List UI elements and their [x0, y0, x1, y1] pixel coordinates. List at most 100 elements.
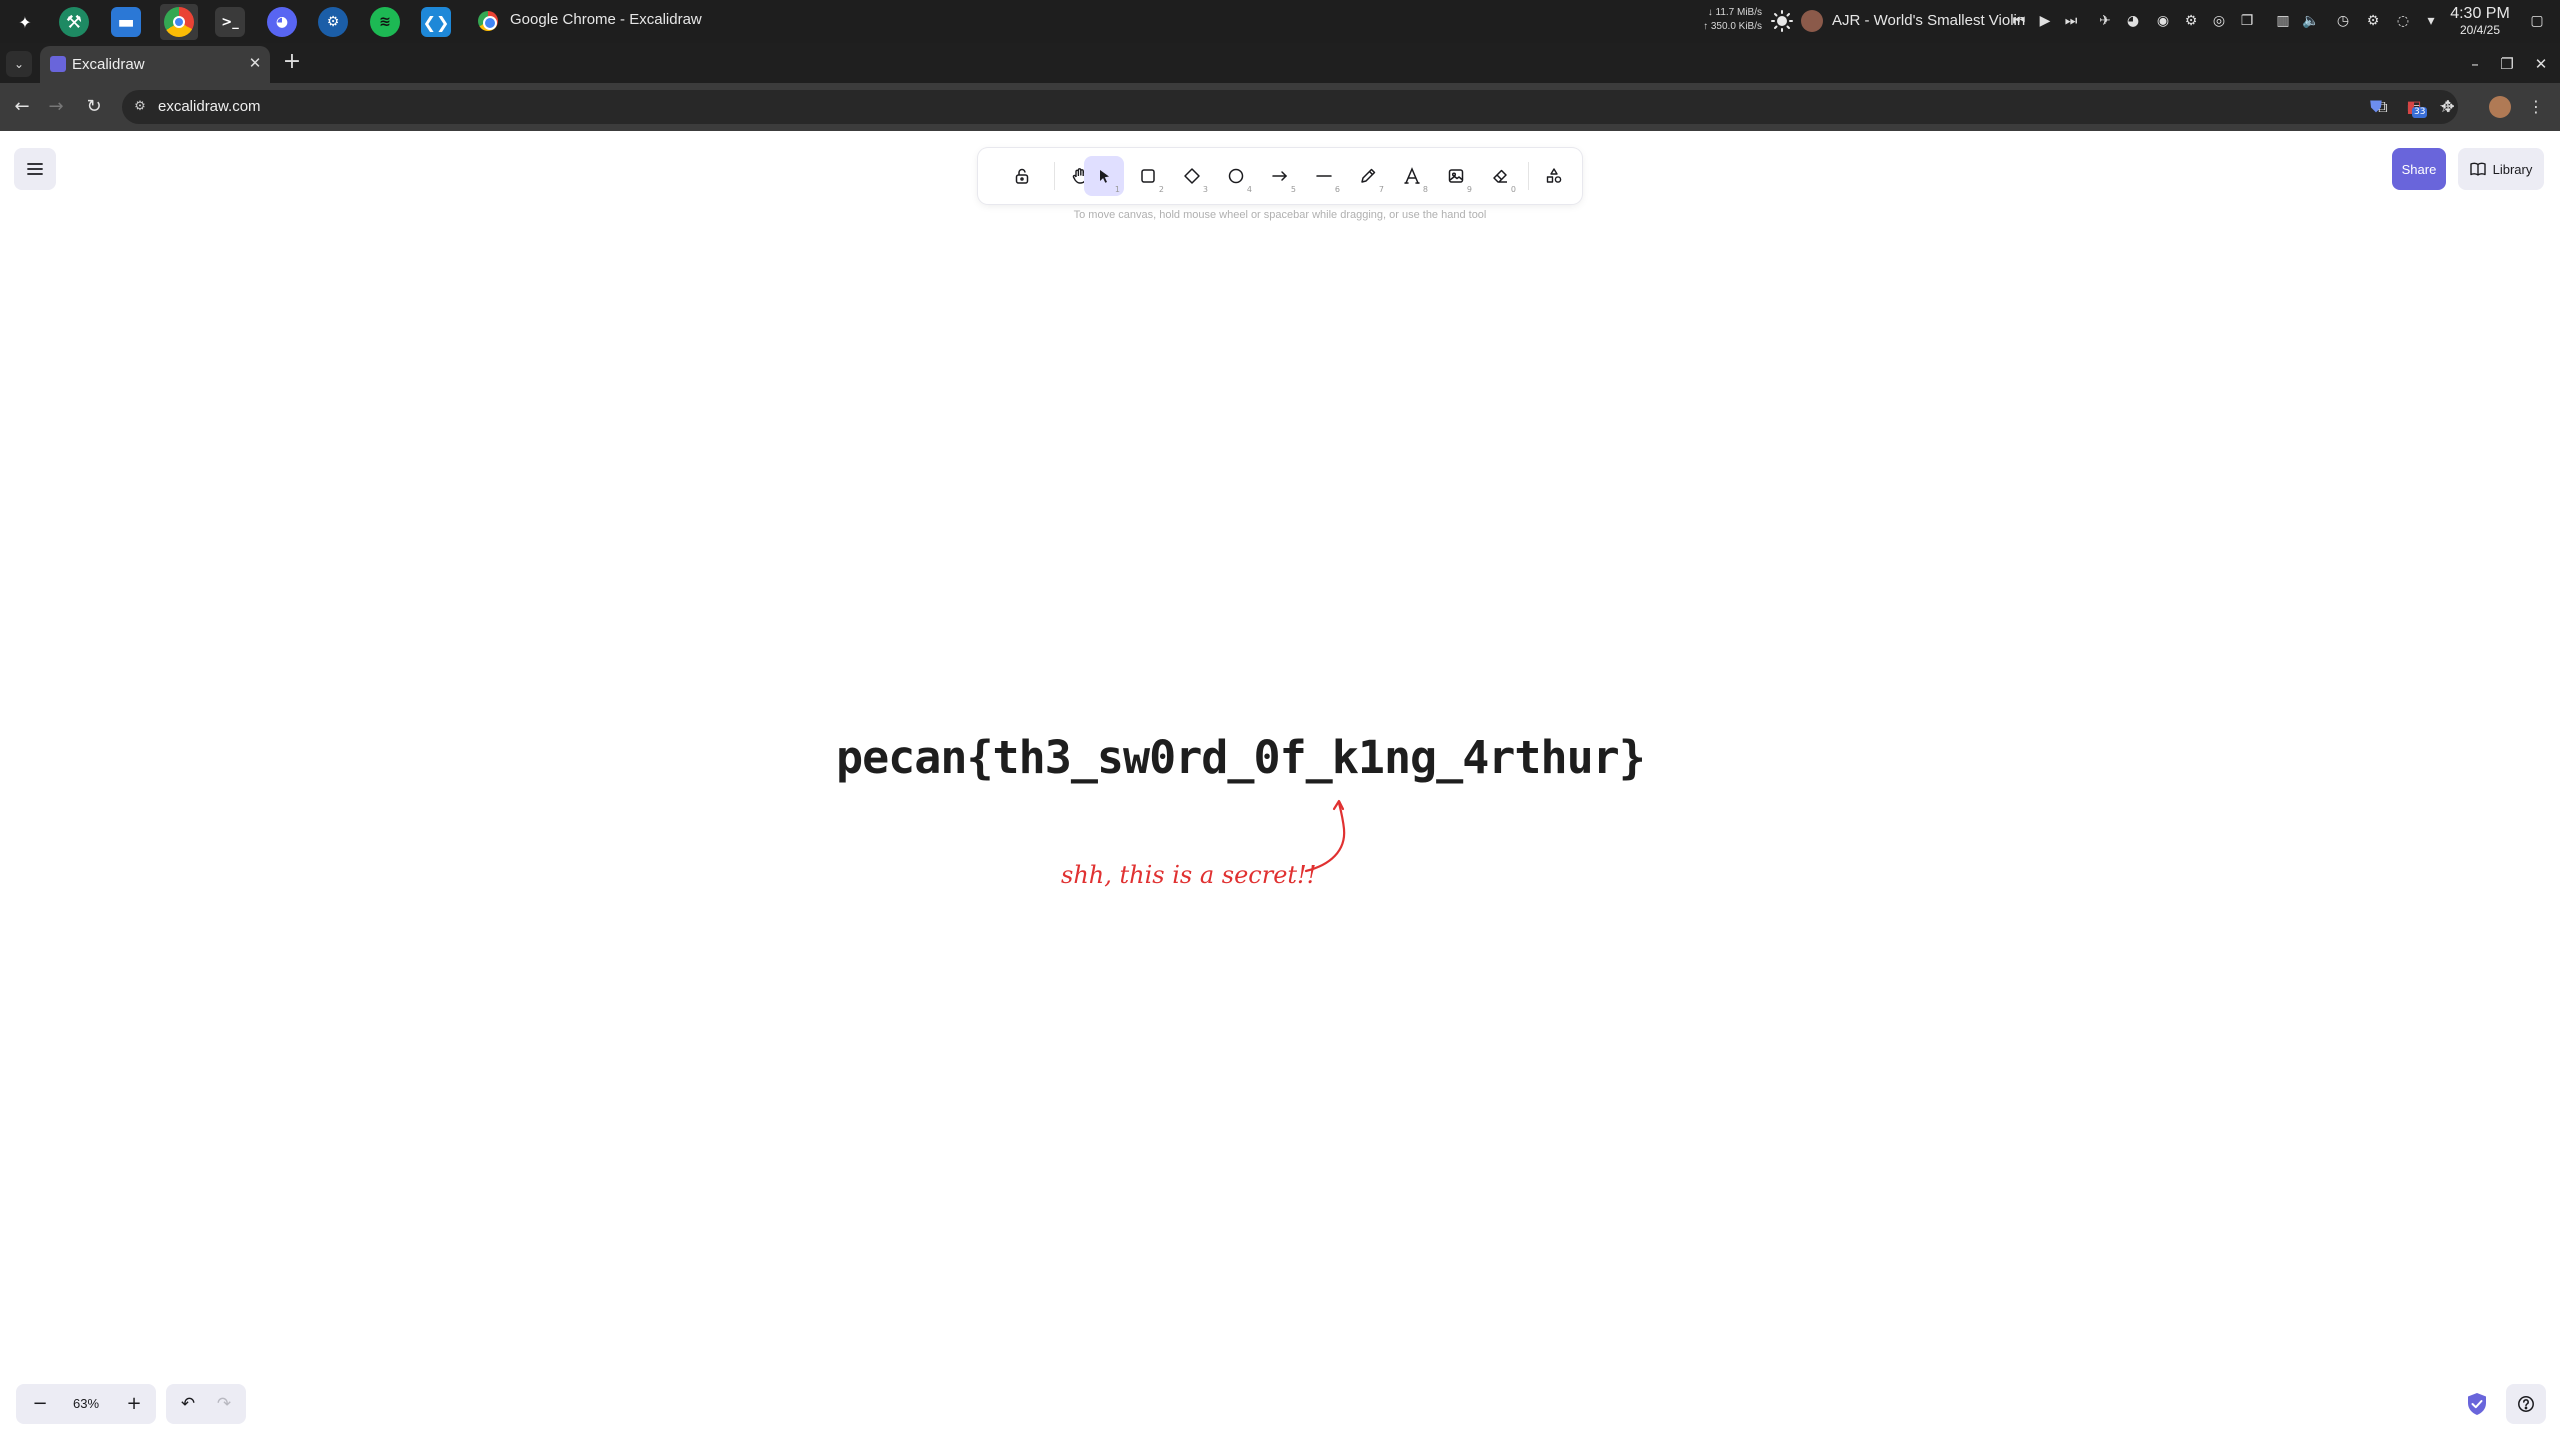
history-controls: ↶ ↷ — [166, 1384, 246, 1424]
tray-obs-icon[interactable]: ◎ — [2208, 10, 2230, 32]
chrome-icon — [164, 7, 194, 37]
canvas-annotation-text[interactable]: shh, this is a secret!! — [1061, 861, 1316, 889]
zoom-out-button[interactable]: − — [22, 1384, 58, 1424]
clock-date: 20/4/25 — [2459, 23, 2501, 37]
address-bar[interactable]: ⚙ excalidraw.com ⧉ ▭ ☆ — [122, 90, 2458, 124]
media-title: AJR - World's Smallest Violin — [1832, 12, 2026, 29]
network-speed: ↓ 11.7 MiB/s ↑ 350.0 KiB/s — [1700, 6, 1762, 34]
tray-app-icon[interactable]: ✈ — [2094, 10, 2116, 32]
browser-toolbar: ← → ↻ ⚙ excalidraw.com ⧉ ▭ ☆ ⛊ ◧33 ✥ ⋮ — [0, 83, 2560, 131]
tray-clipboard-icon[interactable]: ❐ — [2236, 10, 2258, 32]
forward-button[interactable]: → — [44, 95, 68, 119]
eraser-icon — [1493, 169, 1507, 183]
tool-draw[interactable]: 7 — [1348, 156, 1388, 196]
tray-update-icon[interactable]: ◌ — [2392, 10, 2414, 32]
excalidraw-favicon-icon — [50, 56, 66, 72]
tray-discord-icon[interactable]: ◕ — [2122, 10, 2144, 32]
rectangle-icon — [1141, 169, 1155, 183]
taskbar-app-klassy[interactable]: ⚒ — [55, 4, 93, 40]
taskbar-app-chrome[interactable] — [160, 4, 198, 40]
zoom-level[interactable]: 63% — [60, 1384, 112, 1424]
tool-text[interactable]: 8 — [1392, 156, 1432, 196]
encryption-shield-icon[interactable] — [2464, 1391, 2490, 1417]
diamond-icon — [1184, 168, 1200, 184]
new-tab-button[interactable]: + — [280, 51, 304, 75]
taskbar-app-vscode[interactable]: ❮❯ — [417, 4, 455, 40]
tool-more-tools[interactable] — [1534, 156, 1574, 196]
extension-badge-icon[interactable]: ◧33 — [2402, 95, 2428, 119]
tool-arrow[interactable]: 5 — [1260, 156, 1300, 196]
canvas-text-element[interactable]: pecan{th3_sw0rd_0f_k1ng_4rthur} — [836, 731, 1646, 784]
url-text[interactable]: excalidraw.com — [158, 98, 261, 115]
tray-settings-icon[interactable]: ⚙ — [2362, 10, 2384, 32]
sparkle-icon: ✦ — [18, 12, 32, 32]
tool-lock[interactable] — [1002, 156, 1042, 196]
shapes-toolbar: 1 2 3 4 5 6 7 8 9 0 — [978, 148, 1582, 204]
folder-icon: ▬ — [111, 7, 141, 37]
tool-ellipse[interactable]: 4 — [1216, 156, 1256, 196]
clock[interactable]: 4:30 PM 20/4/25 — [2440, 5, 2520, 37]
brightness-icon[interactable] — [1771, 10, 1793, 32]
media-play-icon[interactable]: ▶ — [2034, 10, 2056, 32]
net-up: ↑ 350.0 KiB/s — [1703, 21, 1762, 32]
show-desktop-icon[interactable]: ▢ — [2526, 10, 2548, 32]
excalidraw-canvas[interactable]: 1 2 3 4 5 6 7 8 9 0 To move canvas, hold… — [0, 131, 2560, 1440]
tool-key-hint: 5 — [1290, 185, 1296, 194]
taskbar-app-discord[interactable]: ◕ — [263, 4, 301, 40]
hamburger-icon — [27, 163, 43, 175]
tray-expand-icon[interactable]: ▾ — [2420, 10, 2442, 32]
tab-excalidraw[interactable]: Excalidraw ✕ — [40, 46, 270, 83]
lock-icon — [1015, 168, 1029, 184]
profile-avatar[interactable] — [2488, 95, 2512, 119]
zoom-in-button[interactable]: + — [116, 1384, 152, 1424]
restore-icon[interactable]: ❐ — [2496, 53, 2518, 75]
window-chrome-icon — [478, 11, 498, 31]
share-button[interactable]: Share — [2392, 148, 2446, 190]
library-button[interactable]: Library — [2458, 148, 2544, 190]
tray-timer-icon[interactable]: ◷ — [2332, 10, 2354, 32]
os-top-bar: ✦ ⚒ ▬ >_ ◕ ⚙ ≋ ❮❯ Google Chrome - Excali… — [0, 0, 2560, 43]
site-info-icon[interactable]: ⚙ — [130, 97, 150, 117]
tool-line[interactable]: 6 — [1304, 156, 1344, 196]
tray-volume-icon[interactable]: 🔈 — [2300, 10, 2322, 32]
back-button[interactable]: ← — [10, 95, 34, 119]
toolbar-separator — [1054, 162, 1055, 190]
bitwarden-extension-icon[interactable]: ⛊ — [2364, 95, 2388, 119]
tool-key-hint: 3 — [1202, 185, 1208, 194]
taskbar-app-spotify[interactable]: ≋ — [366, 4, 404, 40]
ellipse-icon — [1228, 168, 1244, 184]
close-window-icon[interactable]: ✕ — [2530, 53, 2552, 75]
shapes-icon — [1546, 168, 1562, 183]
tray-steam-icon[interactable]: ⚙ — [2180, 10, 2202, 32]
media-album-art — [1801, 10, 1823, 32]
tool-rectangle[interactable]: 2 — [1128, 156, 1168, 196]
window-title: Google Chrome - Excalidraw — [510, 11, 702, 28]
extensions-puzzle-icon[interactable]: ✥ — [2436, 95, 2460, 119]
chrome-menu-icon[interactable]: ⋮ — [2524, 95, 2548, 119]
tray-chrome-icon[interactable]: ◉ — [2152, 10, 2174, 32]
minimize-icon[interactable]: – — [2464, 53, 2486, 75]
taskbar-app-terminal[interactable]: >_ — [211, 4, 249, 40]
arrow-icon — [1272, 171, 1288, 181]
taskbar-app-steam[interactable]: ⚙ — [314, 4, 352, 40]
vscode-icon: ❮❯ — [421, 7, 451, 37]
media-next-icon[interactable]: ⏭ — [2060, 10, 2082, 32]
tab-close-icon[interactable]: ✕ — [246, 54, 264, 72]
media-previous-icon[interactable]: ⏮ — [2008, 10, 2030, 32]
tool-image[interactable]: 9 — [1436, 156, 1476, 196]
pencil-icon — [1361, 168, 1376, 183]
tool-selection[interactable]: 1 — [1084, 156, 1124, 196]
tool-key-hint: 7 — [1378, 185, 1384, 194]
main-menu-button[interactable] — [14, 148, 56, 190]
tool-key-hint: 2 — [1158, 185, 1164, 194]
redo-button[interactable]: ↷ — [206, 1384, 242, 1424]
reload-button[interactable]: ↻ — [82, 95, 106, 119]
launcher-button[interactable]: ✦ — [6, 4, 44, 40]
taskbar-app-files[interactable]: ▬ — [107, 4, 145, 40]
help-button[interactable] — [2506, 1384, 2546, 1424]
tool-eraser[interactable]: 0 — [1480, 156, 1520, 196]
tab-search-button[interactable]: ⌄ — [6, 51, 32, 77]
tray-window-icon[interactable]: ▥ — [2272, 10, 2294, 32]
undo-button[interactable]: ↶ — [170, 1384, 206, 1424]
tool-diamond[interactable]: 3 — [1172, 156, 1212, 196]
